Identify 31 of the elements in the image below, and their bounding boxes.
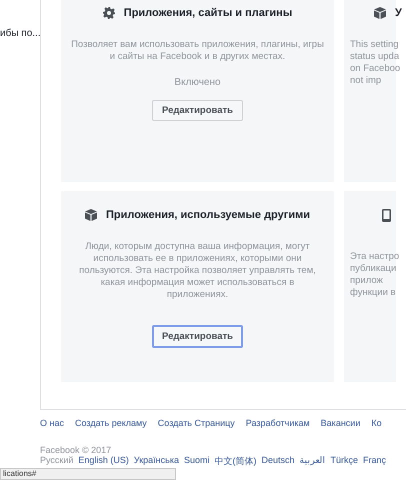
language-link[interactable]: العربية (300, 455, 326, 468)
gear-icon (102, 7, 115, 19)
language-link[interactable]: Українська (134, 455, 179, 468)
sidebar-item[interactable]: ибы по... (0, 28, 40, 39)
card-title: Приложения, используемые другими (106, 209, 310, 221)
cube-icon (85, 209, 97, 221)
card-description: Люди, которым доступна ваша информация, могут использовать ее в приложениях, которыми они пользуются. Эта настройка позволяет управлять тем, какая информация может использоваться в приложениях. (79, 241, 316, 301)
language-link[interactable]: Suomi (184, 455, 210, 468)
status-bar: lications# (0, 468, 176, 480)
edit-button[interactable]: Редактировать (152, 100, 244, 121)
card-title: У (395, 7, 402, 19)
cube-icon (374, 7, 386, 19)
footer-link[interactable]: Разработчикам (246, 418, 310, 428)
card-description: Эта настро публикаци прилож функции в (350, 251, 400, 299)
footer-link[interactable]: Вакансии (320, 418, 360, 428)
edit-button[interactable]: Редактировать (152, 325, 244, 348)
language-link[interactable]: Franç (363, 455, 386, 468)
footer-link[interactable]: О нас (40, 418, 64, 428)
language-link[interactable]: Deutsch (262, 455, 295, 468)
language-link[interactable]: Türkçe (330, 455, 358, 468)
status-text: Включено (174, 77, 221, 88)
language-link[interactable]: English (US) (78, 455, 129, 468)
footer-link[interactable]: Ко (371, 418, 382, 428)
copyright-text: Facebook © 2017 (40, 445, 112, 455)
language-link[interactable]: 中文(简体) (214, 455, 256, 468)
footer-link[interactable]: Создать рекламу (74, 418, 147, 428)
card-description: Позволяет вам использовать приложения, плагины, игры и сайты на Facebook и в других местах. (71, 39, 324, 63)
phone-icon (382, 208, 391, 222)
card-title: Приложения, сайты и плагины (124, 7, 292, 19)
footer-link[interactable]: Создать Страницу (158, 418, 235, 428)
card-description: This setting status upda on Faceboo not imp (350, 39, 400, 87)
